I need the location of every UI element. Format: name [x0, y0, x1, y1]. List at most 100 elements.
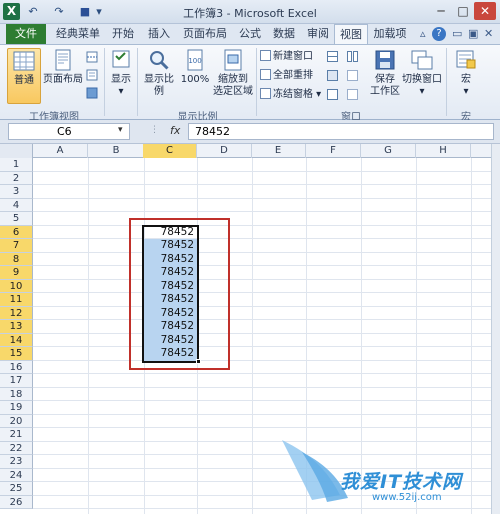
switch-windows-icon	[411, 50, 433, 70]
row-gridline	[33, 508, 491, 509]
save-workspace-button[interactable]: 保存 工作区	[368, 48, 402, 104]
page-layout-view-label: 页面布局	[43, 74, 83, 85]
row-header-19[interactable]: 19	[0, 401, 33, 415]
row-header-26[interactable]: 26	[0, 495, 33, 509]
column-header-f[interactable]: F	[306, 144, 361, 158]
zoom-button[interactable]: 显示比例	[140, 48, 178, 104]
restore-icon[interactable]: ▭	[452, 27, 462, 40]
row-header-13[interactable]: 13	[0, 320, 33, 334]
save-icon[interactable]: ■	[78, 4, 92, 20]
column-header-d[interactable]: D	[197, 144, 252, 158]
row-header-4[interactable]: 4	[0, 198, 33, 212]
row-header-23[interactable]: 23	[0, 455, 33, 469]
page-break-preview-button[interactable]	[85, 51, 99, 65]
close-button[interactable]: ✕	[474, 2, 496, 20]
row-header-8[interactable]: 8	[0, 252, 33, 266]
help-icon[interactable]: ?	[432, 27, 446, 41]
page-layout-view-button[interactable]: 页面布局	[42, 48, 84, 104]
window-maximize-icon[interactable]: ▣	[468, 27, 478, 40]
minimize-button[interactable]: ─	[430, 2, 452, 20]
zoom-selection-label-1: 缩放到	[218, 74, 248, 85]
save-workspace-label-1: 保存	[375, 74, 395, 85]
row-header-3[interactable]: 3	[0, 185, 33, 199]
tab-home[interactable]: 开始	[106, 24, 140, 44]
row-header-16[interactable]: 16	[0, 360, 33, 374]
row-header-22[interactable]: 22	[0, 441, 33, 455]
row-gridline	[33, 440, 491, 442]
arrange-all-button[interactable]: 全部重排	[260, 68, 313, 84]
window-title: 工作簿3 - Microsoft Excel	[183, 7, 317, 20]
select-all-button[interactable]	[0, 144, 33, 158]
show-button[interactable]: 显示 ▾	[107, 48, 135, 104]
column-header-c[interactable]: C	[143, 144, 197, 158]
switch-windows-button[interactable]: 切换窗口 ▾	[402, 48, 442, 104]
tab-formulas[interactable]: 公式	[234, 24, 266, 44]
tab-file[interactable]: 文件	[6, 24, 46, 44]
custom-views-icon	[86, 69, 98, 81]
tab-add-ins[interactable]: 加载项	[370, 24, 410, 44]
normal-view-button[interactable]: 普通	[7, 48, 41, 104]
customize-quick-access-icon[interactable]: ▾	[94, 4, 104, 20]
vertical-scrollbar[interactable]	[491, 144, 500, 514]
row-header-10[interactable]: 10	[0, 279, 33, 293]
tab-view[interactable]: 视图	[334, 24, 368, 44]
new-window-button[interactable]: 新建窗口	[260, 49, 313, 65]
ribbon-minimize-icon[interactable]: ▵	[420, 27, 432, 40]
custom-views-button[interactable]	[85, 69, 99, 83]
row-header-2[interactable]: 2	[0, 171, 33, 185]
row-gridline	[33, 467, 491, 469]
undo-icon[interactable]: ↶	[26, 4, 40, 20]
worksheet-grid[interactable]: A B C D E F G H 1 2 3 4 5 6 78452 7 78452 8 78452 9 78452 10 7…	[0, 144, 500, 514]
redo-icon[interactable]: ↷	[52, 4, 66, 20]
group-separator	[104, 48, 105, 116]
row-header-17[interactable]: 17	[0, 374, 33, 388]
column-header-g[interactable]: G	[361, 144, 416, 158]
row-header-14[interactable]: 14	[0, 333, 33, 347]
reset-window-position-button[interactable]	[346, 89, 358, 101]
tab-insert[interactable]: 插入	[142, 24, 176, 44]
split-button[interactable]	[326, 51, 338, 63]
column-header-e[interactable]: E	[251, 144, 306, 158]
row-header-7[interactable]: 7	[0, 239, 33, 253]
tab-review[interactable]: 审阅	[302, 24, 334, 44]
row-header-15[interactable]: 15	[0, 347, 33, 361]
row-gridline	[33, 292, 491, 293]
view-side-by-side-button[interactable]	[346, 51, 358, 63]
zoom-selection-label-2: 选定区域	[213, 86, 253, 97]
zoom-100-button[interactable]: 100 100%	[180, 48, 210, 104]
name-box[interactable]: C6	[8, 123, 130, 140]
show-label: 显示	[111, 74, 131, 85]
hide-button[interactable]	[326, 70, 338, 82]
column-header-h[interactable]: H	[416, 144, 471, 158]
tab-data[interactable]: 数据	[268, 24, 300, 44]
row-header-12[interactable]: 12	[0, 306, 33, 320]
excel-logo-icon[interactable]: X	[3, 3, 20, 20]
tab-classic-menu[interactable]: 经典菜单	[52, 24, 104, 44]
column-header-b[interactable]: B	[89, 144, 144, 158]
formula-input[interactable]: 78452	[188, 123, 494, 140]
row-header-21[interactable]: 21	[0, 428, 33, 442]
row-gridline	[33, 332, 491, 334]
column-header-a[interactable]: A	[33, 144, 88, 158]
row-header-11[interactable]: 11	[0, 293, 33, 307]
zoom-to-selection-button[interactable]: 缩放到 选定区域	[212, 48, 254, 104]
row-header-9[interactable]: 9	[0, 266, 33, 280]
unhide-button[interactable]	[326, 89, 338, 101]
row-header-25[interactable]: 25	[0, 482, 33, 496]
row-header-18[interactable]: 18	[0, 387, 33, 401]
freeze-panes-button[interactable]: 冻结窗格 ▾	[260, 87, 321, 103]
full-screen-button[interactable]	[85, 87, 99, 101]
maximize-button[interactable]: □	[452, 2, 474, 20]
row-header-5[interactable]: 5	[0, 212, 33, 226]
window-close-icon[interactable]: ✕	[484, 27, 493, 40]
row-header-1[interactable]: 1	[0, 158, 33, 172]
macros-button[interactable]: 宏 ▾	[452, 48, 480, 104]
tab-page-layout[interactable]: 页面布局	[178, 24, 232, 44]
row-header-6[interactable]: 6	[0, 225, 33, 239]
insert-function-icon[interactable]: fx	[170, 124, 180, 137]
normal-view-label: 普通	[14, 75, 34, 86]
row-header-20[interactable]: 20	[0, 414, 33, 428]
name-box-dropdown-icon[interactable]: ▾	[118, 125, 123, 135]
synchronous-scrolling-button[interactable]	[346, 70, 358, 82]
row-header-24[interactable]: 24	[0, 468, 33, 482]
